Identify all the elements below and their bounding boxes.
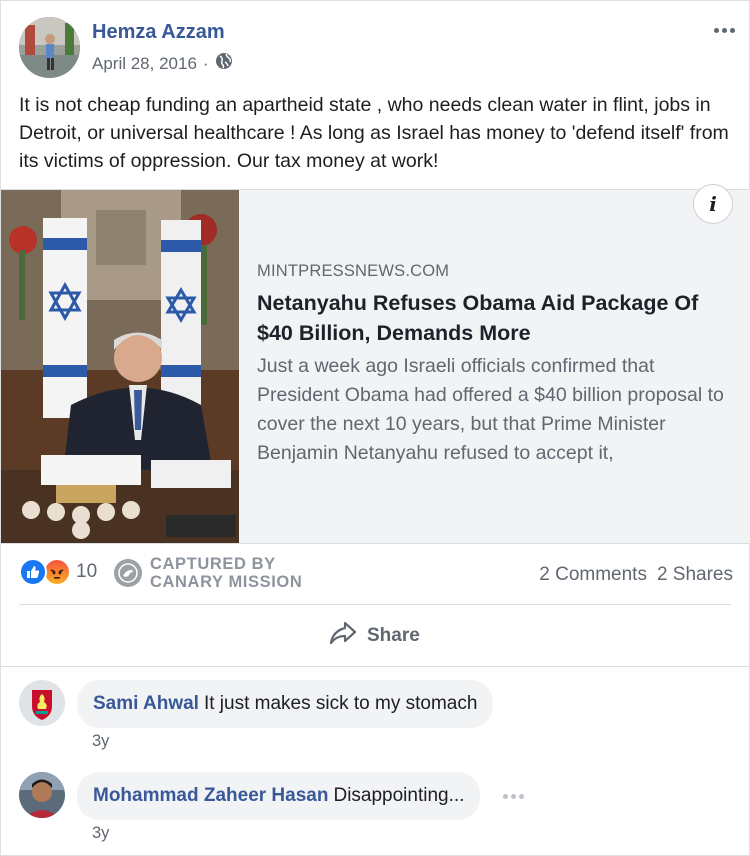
canary-logo-icon	[114, 559, 142, 587]
comment-time[interactable]: 3y	[92, 732, 109, 751]
comment-text: Disappointing...	[333, 785, 465, 806]
watermark-text: CAPTURED BY CANARY MISSION	[150, 555, 302, 591]
comments-count-link[interactable]: 2 Comments	[539, 564, 647, 586]
link-preview[interactable]: i MINTPRESSNEWS.COM Netanyahu Refuses Ob…	[1, 184, 750, 544]
share-label: Share	[367, 625, 420, 646]
comment-time[interactable]: 3y	[92, 824, 109, 843]
reactions-summary[interactable]: 10	[19, 558, 97, 586]
info-icon[interactable]: i	[693, 184, 733, 224]
dot	[519, 794, 524, 799]
share-button[interactable]: Share	[329, 621, 420, 651]
comment-bubble: Sami Ahwal It just makes sick to my stom…	[77, 680, 494, 728]
post-options-button[interactable]	[709, 19, 739, 41]
author-name[interactable]: Hemza Azzam	[92, 21, 225, 44]
watermark-line-1: CAPTURED BY	[150, 555, 276, 573]
share-icon	[329, 621, 357, 651]
post-card: Hemza Azzam April 28, 2016 · It is not c…	[0, 0, 750, 856]
comment-bubble: Mohammad Zaheer Hasan Disappointing...	[77, 772, 481, 820]
divider	[19, 604, 731, 605]
author-avatar[interactable]	[19, 17, 80, 78]
post-text: It is not cheap funding an apartheid sta…	[19, 94, 729, 172]
globe-icon[interactable]	[215, 52, 233, 75]
dot	[729, 27, 735, 33]
reaction-count: 10	[76, 561, 98, 582]
engagement-counts: 2 Comments 2 Shares	[539, 564, 733, 586]
commenter-name[interactable]: Sami Ahwal	[93, 693, 199, 715]
link-title[interactable]: Netanyahu Refuses Obama Aid Package Of $…	[257, 288, 737, 348]
like-icon	[19, 558, 47, 586]
dot	[713, 27, 719, 33]
link-description: Just a week ago Israeli officials confir…	[257, 355, 724, 464]
canary-mission-watermark: CAPTURED BY CANARY MISSION	[114, 555, 302, 591]
shares-count-link[interactable]: 2 Shares	[657, 564, 733, 586]
dot	[503, 794, 508, 799]
link-thumbnail[interactable]	[1, 190, 239, 543]
post-date[interactable]: April 28, 2016	[92, 54, 197, 74]
dot	[721, 27, 727, 33]
comment-text: It just makes sick to my stomach	[203, 693, 478, 714]
post-meta: April 28, 2016 ·	[92, 52, 233, 75]
dot	[511, 794, 516, 799]
commenter-name[interactable]: Mohammad Zaheer Hasan	[93, 785, 328, 807]
commenter-avatar[interactable]	[19, 680, 65, 726]
meta-separator: ·	[202, 53, 209, 73]
commenter-avatar[interactable]	[19, 772, 65, 818]
divider	[1, 666, 749, 667]
watermark-line-2: CANARY MISSION	[150, 573, 303, 591]
comment-options-button[interactable]	[503, 794, 524, 799]
link-domain: MINTPRESSNEWS.COM	[257, 262, 450, 280]
angry-icon	[43, 558, 71, 586]
